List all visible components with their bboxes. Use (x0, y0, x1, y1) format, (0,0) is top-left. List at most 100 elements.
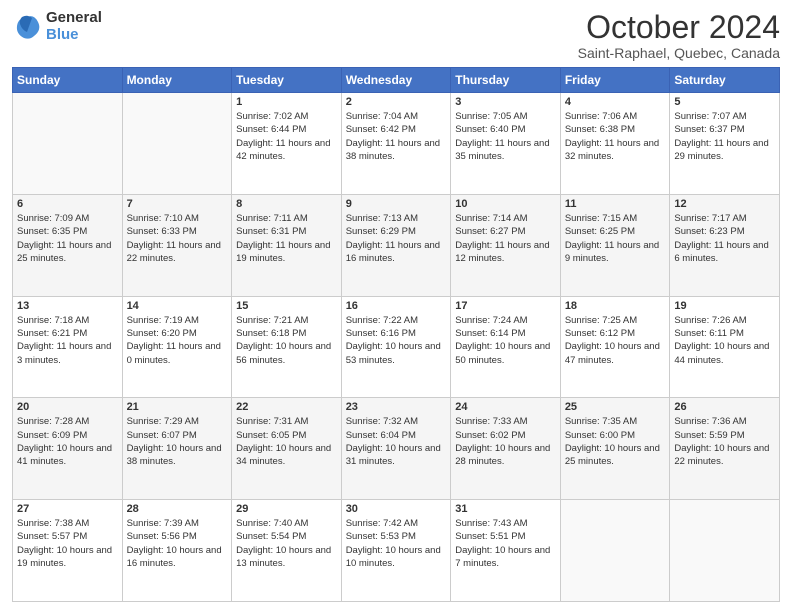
calendar-cell: 3Sunrise: 7:05 AMSunset: 6:40 PMDaylight… (451, 93, 561, 195)
day-info: Daylight: 11 hours and 35 minutes. (455, 137, 556, 164)
day-info: Sunrise: 7:13 AM (346, 212, 447, 225)
day-info: Sunset: 5:53 PM (346, 530, 447, 543)
day-number: 5 (674, 96, 775, 108)
calendar-cell: 11Sunrise: 7:15 AMSunset: 6:25 PMDayligh… (560, 194, 670, 296)
day-info: Daylight: 10 hours and 25 minutes. (565, 442, 666, 469)
day-number: 14 (127, 300, 228, 312)
day-info: Sunrise: 7:25 AM (565, 314, 666, 327)
calendar-cell: 2Sunrise: 7:04 AMSunset: 6:42 PMDaylight… (341, 93, 451, 195)
day-info: Sunrise: 7:04 AM (346, 110, 447, 123)
logo-icon (12, 12, 42, 42)
day-number: 2 (346, 96, 447, 108)
logo-blue-text: Blue (46, 27, 102, 44)
calendar-cell: 24Sunrise: 7:33 AMSunset: 6:02 PMDayligh… (451, 398, 561, 500)
calendar-cell: 27Sunrise: 7:38 AMSunset: 5:57 PMDayligh… (13, 500, 123, 602)
day-info: Daylight: 10 hours and 47 minutes. (565, 340, 666, 367)
day-info: Sunrise: 7:35 AM (565, 415, 666, 428)
day-info: Sunset: 5:56 PM (127, 530, 228, 543)
day-info: Sunrise: 7:28 AM (17, 415, 118, 428)
day-info: Daylight: 11 hours and 3 minutes. (17, 340, 118, 367)
day-info: Sunrise: 7:29 AM (127, 415, 228, 428)
day-info: Sunrise: 7:09 AM (17, 212, 118, 225)
day-info: Sunrise: 7:40 AM (236, 517, 337, 530)
day-number: 29 (236, 503, 337, 515)
day-number: 1 (236, 96, 337, 108)
day-number: 8 (236, 198, 337, 210)
day-info: Sunset: 6:29 PM (346, 225, 447, 238)
calendar-cell: 7Sunrise: 7:10 AMSunset: 6:33 PMDaylight… (122, 194, 232, 296)
day-info: Sunrise: 7:33 AM (455, 415, 556, 428)
day-info: Daylight: 10 hours and 7 minutes. (455, 544, 556, 571)
day-number: 30 (346, 503, 447, 515)
day-info: Daylight: 10 hours and 44 minutes. (674, 340, 775, 367)
day-info: Daylight: 11 hours and 25 minutes. (17, 239, 118, 266)
day-number: 21 (127, 401, 228, 413)
day-number: 15 (236, 300, 337, 312)
day-info: Sunset: 6:37 PM (674, 123, 775, 136)
day-info: Sunset: 6:33 PM (127, 225, 228, 238)
header: General Blue October 2024 Saint-Raphael,… (12, 10, 780, 61)
day-info: Sunset: 6:27 PM (455, 225, 556, 238)
calendar-cell: 9 Sunrise: 7:13 AMSunset: 6:29 PMDaylight… (341, 194, 451, 296)
calendar-cell: 25 Sunrise: 7:35 AMSunset: 6:00 PMDayligh… (560, 398, 670, 500)
logo: General Blue (12, 10, 102, 43)
day-info: Sunrise: 7:18 AM (17, 314, 118, 327)
logo-general-text: General (46, 10, 102, 27)
day-number: 17 (455, 300, 556, 312)
calendar-cell (670, 500, 780, 602)
day-info: Sunset: 6:04 PM (346, 429, 447, 442)
day-info: Sunset: 6:38 PM (565, 123, 666, 136)
day-info: Daylight: 11 hours and 12 minutes. (455, 239, 556, 266)
day-info: Sunset: 6:35 PM (17, 225, 118, 238)
calendar-cell: 1Sunrise: 7:02 AMSunset: 6:44 PMDaylight… (232, 93, 342, 195)
day-info: Sunrise: 7:21 AM (236, 314, 337, 327)
weekday-header: Friday (560, 68, 670, 93)
day-number: 3 (455, 96, 556, 108)
day-info: Sunrise: 7:32 AM (346, 415, 447, 428)
day-info: Sunset: 6:42 PM (346, 123, 447, 136)
day-number: 9 (346, 198, 447, 210)
day-info: Daylight: 10 hours and 31 minutes. (346, 442, 447, 469)
day-number: 28 (127, 503, 228, 515)
weekday-header: Monday (122, 68, 232, 93)
weekday-header: Wednesday (341, 68, 451, 93)
day-info: Sunset: 5:54 PM (236, 530, 337, 543)
day-info: Daylight: 11 hours and 9 minutes. (565, 239, 666, 266)
calendar-cell: 14Sunrise: 7:19 AMSunset: 6:20 PMDayligh… (122, 296, 232, 398)
day-info: Daylight: 10 hours and 28 minutes. (455, 442, 556, 469)
day-info: Sunset: 6:09 PM (17, 429, 118, 442)
calendar-cell: 18Sunrise: 7:25 AMSunset: 6:12 PMDayligh… (560, 296, 670, 398)
calendar-location: Saint-Raphael, Quebec, Canada (578, 45, 780, 61)
day-info: Sunrise: 7:17 AM (674, 212, 775, 225)
day-info: Daylight: 11 hours and 16 minutes. (346, 239, 447, 266)
day-info: Sunset: 6:00 PM (565, 429, 666, 442)
day-info: Sunset: 6:18 PM (236, 327, 337, 340)
calendar-cell: 30Sunrise: 7:42 AMSunset: 5:53 PMDayligh… (341, 500, 451, 602)
day-info: Daylight: 11 hours and 0 minutes. (127, 340, 228, 367)
day-info: Daylight: 10 hours and 56 minutes. (236, 340, 337, 367)
day-number: 22 (236, 401, 337, 413)
calendar-cell (560, 500, 670, 602)
calendar-cell: 8Sunrise: 7:11 AMSunset: 6:31 PMDaylight… (232, 194, 342, 296)
day-info: Sunset: 6:05 PM (236, 429, 337, 442)
day-info: Daylight: 10 hours and 53 minutes. (346, 340, 447, 367)
day-info: Sunset: 6:14 PM (455, 327, 556, 340)
logo-text: General Blue (46, 10, 102, 43)
day-info: Daylight: 10 hours and 34 minutes. (236, 442, 337, 469)
page: General Blue October 2024 Saint-Raphael,… (0, 0, 792, 612)
calendar-cell: 5Sunrise: 7:07 AMSunset: 6:37 PMDaylight… (670, 93, 780, 195)
title-block: October 2024 Saint-Raphael, Quebec, Cana… (578, 10, 780, 61)
day-number: 31 (455, 503, 556, 515)
day-number: 25 (565, 401, 666, 413)
calendar-cell: 6Sunrise: 7:09 AMSunset: 6:35 PMDaylight… (13, 194, 123, 296)
calendar-cell: 13Sunrise: 7:18 AMSunset: 6:21 PMDayligh… (13, 296, 123, 398)
day-info: Daylight: 11 hours and 29 minutes. (674, 137, 775, 164)
day-info: Sunrise: 7:19 AM (127, 314, 228, 327)
day-info: Daylight: 10 hours and 19 minutes. (17, 544, 118, 571)
day-info: Sunset: 5:57 PM (17, 530, 118, 543)
day-number: 20 (17, 401, 118, 413)
day-info: Sunrise: 7:36 AM (674, 415, 775, 428)
day-number: 26 (674, 401, 775, 413)
day-info: Daylight: 10 hours and 38 minutes. (127, 442, 228, 469)
day-info: Daylight: 10 hours and 16 minutes. (127, 544, 228, 571)
